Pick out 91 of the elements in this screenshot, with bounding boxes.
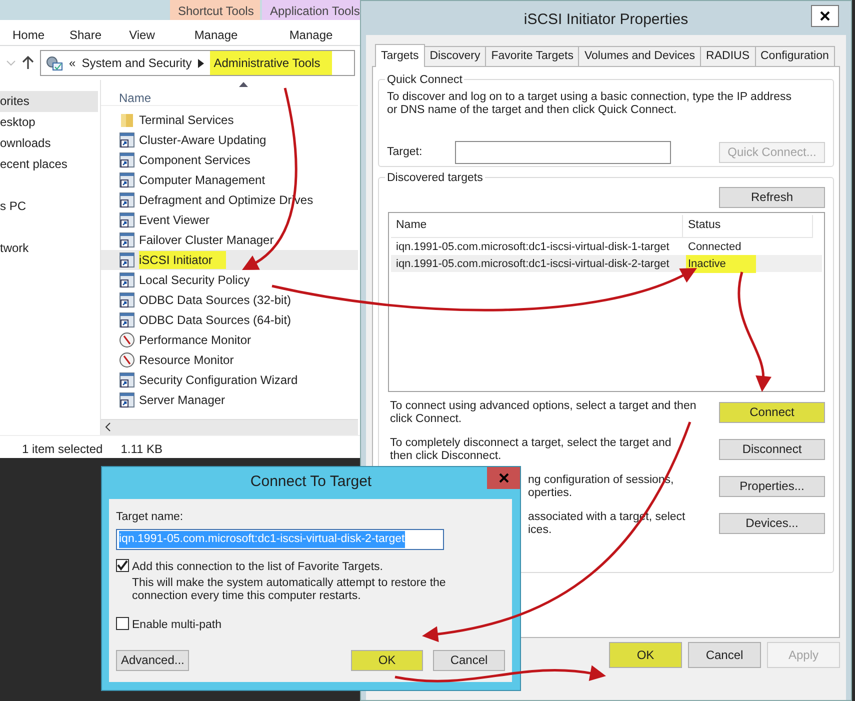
file-row[interactable]: Cluster-Aware Updating	[101, 130, 358, 150]
ribbon-tab[interactable]: Manage	[262, 20, 360, 45]
dialog-button[interactable]: OK	[609, 642, 682, 668]
ribbon-tab[interactable]: Share	[57, 20, 114, 45]
shortcut-icon	[119, 252, 135, 268]
checkbox-label[interactable]: Enable multi-path	[132, 616, 222, 634]
contextual-tab-header: Shortcut Tools	[170, 0, 260, 20]
file-row[interactable]: Event Viewer	[101, 210, 358, 230]
file-row[interactable]: Computer Management	[101, 170, 358, 190]
instruction-text: To connect using advanced options, select a target and then click Connect.	[389, 400, 696, 426]
file-row[interactable]: ODBC Data Sources (32-bit)	[101, 290, 358, 310]
shortcut-icon	[119, 172, 135, 188]
file-row[interactable]: Performance Monitor	[101, 330, 358, 350]
status-text: 1 item selected	[22, 441, 103, 457]
instruction-text: To discover and log on to a target using a basic connection, type the IP address or DNS name of the target and then click Quick Connect.	[387, 90, 792, 118]
chevron-icon	[198, 58, 204, 68]
status-text: 1.11 KB	[120, 441, 163, 457]
breadcrumb-item[interactable]: System and Security	[82, 54, 192, 72]
file-row[interactable]: ODBC Data Sources (64-bit)	[101, 310, 358, 330]
tab[interactable]: Targets	[375, 44, 425, 68]
breadcrumb-overflow[interactable]: «	[69, 54, 76, 72]
table-row[interactable]: iqn.1991-05.com.microsoft:dc1-iscsi-virtual-disk-1-target Connected	[391, 238, 822, 254]
table-row[interactable]: iqn.1991-05.com.microsoft:dc1-iscsi-virtual-disk-2-target Inactive	[391, 254, 822, 272]
column-header[interactable]: Name	[391, 215, 683, 238]
refresh-button[interactable]: Refresh	[719, 187, 825, 208]
tab[interactable]: Configuration	[754, 46, 835, 66]
gauge-icon	[119, 352, 135, 368]
shortcut-icon	[119, 372, 135, 388]
window-title: Connect To Target	[250, 472, 372, 492]
file-row[interactable]: Security Configuration Wizard	[101, 370, 358, 390]
action-button[interactable]: Disconnect	[719, 439, 825, 460]
nav-item[interactable]: esktop	[0, 112, 100, 133]
nav-item[interactable]: s PC	[0, 196, 100, 217]
dialog-button[interactable]: Cancel	[433, 650, 505, 671]
shortcut-icon	[119, 132, 135, 148]
checkbox[interactable]	[116, 616, 129, 630]
window-title: iSCSI Initiator Properties	[524, 10, 688, 30]
ribbon-tab[interactable]: Home	[0, 20, 57, 45]
shortcut-icon	[119, 392, 135, 408]
sort-caret-icon	[239, 82, 248, 87]
file-row[interactable]: Resource Monitor	[101, 350, 358, 370]
dialog-button[interactable]: OK	[351, 650, 423, 671]
nav-item[interactable]: ecent places	[0, 154, 100, 175]
horizontal-scrollbar[interactable]	[101, 419, 358, 435]
address-bar[interactable]: « System and Security Administrative Tools	[40, 50, 355, 76]
close-icon	[820, 11, 830, 21]
dropdown-icon	[6, 58, 16, 68]
file-row[interactable]: Failover Cluster Manager	[101, 230, 358, 250]
target-field[interactable]	[455, 141, 671, 164]
shortcut-icon	[119, 212, 135, 228]
dialog-button[interactable]: Cancel	[688, 642, 761, 668]
folder-icon	[119, 112, 135, 128]
status-text: Connected	[688, 240, 742, 252]
shortcut-icon	[119, 272, 135, 288]
instruction-text: To completely disconnect a target, select the target and then click Disconnect.	[389, 437, 672, 464]
shortcut-icon	[119, 312, 135, 328]
close-icon	[498, 473, 508, 483]
shortcut-icon	[119, 192, 135, 208]
contextual-tab-header: Application Tools	[262, 0, 360, 20]
action-button[interactable]: Connect	[719, 402, 825, 424]
shortcut-icon	[119, 292, 135, 308]
control-panel-icon	[45, 55, 63, 71]
dialog-button[interactable]: Advanced...	[116, 650, 189, 671]
note-text: This will make the system automatically attempt to restore the connection every time this computer restarts.	[132, 576, 446, 602]
breadcrumb-item[interactable]: Administrative Tools	[210, 51, 332, 75]
file-row[interactable]: Terminal Services	[101, 110, 358, 130]
ribbon-tab[interactable]: Manage	[170, 20, 262, 45]
column-header[interactable]: Name	[119, 91, 152, 105]
ribbon-tab[interactable]: View	[114, 20, 170, 45]
file-row[interactable]: Server Manager	[101, 390, 358, 410]
nav-item[interactable]: ownloads	[0, 133, 100, 154]
nav-item[interactable]: twork	[0, 238, 100, 259]
action-button[interactable]: Properties...	[719, 476, 825, 498]
shortcut-icon	[119, 152, 135, 168]
field-label: Target name:	[116, 510, 184, 525]
gauge-icon	[119, 332, 135, 348]
close-button[interactable]	[811, 5, 839, 27]
checkbox-label[interactable]: Add this connection to the list of Favorite Targets.	[132, 559, 446, 576]
file-row[interactable]: iSCSI Initiator	[101, 250, 358, 270]
tab[interactable]: Volumes and Devices	[578, 46, 702, 66]
tab[interactable]: Discovery	[424, 46, 486, 66]
action-button[interactable]: Devices...	[719, 513, 825, 534]
status-text: Inactive	[686, 254, 756, 272]
up-arrow-icon[interactable]	[22, 56, 34, 70]
field-label: Target:	[387, 145, 424, 160]
file-row[interactable]: Local Security Policy	[101, 270, 358, 290]
shortcut-icon	[119, 232, 135, 248]
checkbox[interactable]	[116, 559, 129, 572]
nav-item[interactable]: orites	[0, 91, 98, 112]
file-row[interactable]: Component Services	[101, 150, 358, 170]
column-header[interactable]: Status	[683, 215, 813, 238]
